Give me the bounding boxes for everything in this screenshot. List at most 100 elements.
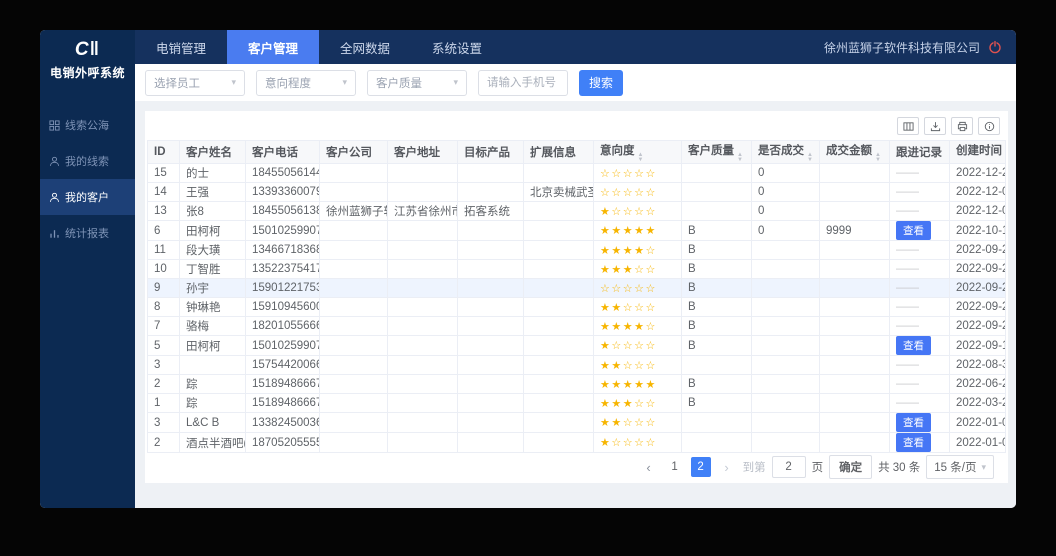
cell-quality: B (681, 240, 752, 260)
goto-page-input[interactable] (771, 456, 806, 478)
table-row[interactable]: 2踪15189486667★★★★★B——2022-06-26 ... (147, 374, 1006, 394)
sidebar-item-1[interactable]: 线索公海 (40, 107, 135, 143)
no-record-dash: —— (896, 205, 919, 217)
cell-address (387, 412, 458, 433)
nav-tab-2[interactable]: 客户管理 (227, 30, 319, 64)
cell-deal (751, 374, 820, 394)
sort-icon[interactable]: ▲▼ (737, 152, 743, 162)
cell-address: 江苏省徐州市... (387, 201, 458, 221)
sort-desc-icon[interactable]: ▼ (1005, 158, 1006, 163)
view-record-button[interactable]: 查看 (896, 433, 931, 452)
cell-name: L&C B (179, 412, 246, 433)
cell-created-time: 2022-01-06 ... (949, 432, 1006, 453)
cell-deal (751, 393, 820, 413)
star-empty-icon: ☆ (622, 417, 635, 429)
caret-down-icon: ▾ (453, 77, 458, 87)
cell-address (387, 182, 458, 202)
sort-icon[interactable]: ▲▼ (875, 152, 881, 162)
table-row[interactable]: 5田柯柯15010259907★☆☆☆☆B查看2022-09-14 ... (147, 335, 1006, 356)
column-header[interactable]: 是否成交 ▲ ▼ (751, 140, 820, 164)
sidebar-item-2[interactable]: 我的线索 (40, 143, 135, 179)
table-row[interactable]: 11段大璜13466718368★★★★☆B——2022-09-22 ... (147, 240, 1006, 260)
caret-down-icon: ▾ (231, 77, 236, 87)
table-row[interactable]: 8钟琳艳15910945600★★☆☆☆B——2022-09-22 ... (147, 297, 1006, 317)
cell-id: 13 (147, 201, 180, 221)
cell-quality: B (681, 316, 752, 336)
app-title: 电销外呼系统 (49, 66, 125, 80)
cell-product (457, 163, 524, 183)
goto-label: 到第 (742, 462, 766, 474)
content-area: 选择员工 ▾ 意向程度 ▾ 客户质量 ▾ 搜索 (135, 64, 1016, 508)
cell-company (319, 432, 388, 453)
star-empty-icon: ☆ (611, 186, 623, 199)
columns-icon[interactable] (897, 117, 919, 135)
sort-desc-icon[interactable]: ▼ (638, 157, 644, 162)
cell-quality (681, 355, 752, 375)
phone-input[interactable] (478, 69, 568, 96)
table-row[interactable]: 7骆梅18201055666★★★★☆B——2022-09-22 ... (147, 316, 1006, 336)
page-button-1[interactable]: 1 (665, 457, 685, 477)
sort-icon[interactable]: ▲▼ (638, 152, 644, 162)
cell-phone: 13466718368 (245, 240, 320, 260)
logout-power-icon[interactable] (988, 40, 1002, 54)
view-record-button[interactable]: 查看 (896, 221, 931, 240)
column-header-label: 目标产品 (464, 147, 510, 159)
cell-product: 拓客系统 (457, 201, 524, 221)
star-empty-icon: ☆ (634, 437, 646, 449)
cell-company: 徐州蓝狮子软... (319, 201, 388, 221)
column-header[interactable]: 客户质量 ▲ ▼ (681, 140, 752, 164)
table-row[interactable]: 9孙宇15901221753☆☆☆☆☆B——2022-09-22 ... (147, 278, 1006, 298)
view-record-button[interactable]: 查看 (896, 336, 931, 355)
cell-phone: 18455056144 (245, 163, 320, 183)
cell-company (319, 412, 388, 433)
table-row[interactable]: 15的士18455056144☆☆☆☆☆0——2022-12-26 ... (147, 163, 1006, 183)
cell-ext (523, 278, 594, 298)
page-button-2[interactable]: 2 (690, 457, 711, 477)
cell-amount (819, 335, 890, 356)
table-row[interactable]: 3L&C B13382450036★★☆☆☆查看2022-01-06 ... (147, 412, 1006, 433)
next-page-icon[interactable]: › (717, 457, 737, 477)
table-row[interactable]: 13张818455056138徐州蓝狮子软...江苏省徐州市...拓客系统★☆☆… (147, 201, 1006, 221)
print-icon[interactable] (951, 117, 973, 135)
goto-confirm-button[interactable]: 确定 (829, 455, 873, 479)
sidebar-item-3[interactable]: 我的客户 (40, 179, 135, 215)
nav-tab-4[interactable]: 系统设置 (411, 30, 503, 64)
sort-icon[interactable]: ▲▼ (1005, 153, 1006, 162)
employee-select[interactable]: 选择员工 ▾ (145, 69, 245, 96)
export-icon[interactable] (924, 117, 946, 135)
sort-asc-icon[interactable]: ▲ (1005, 153, 1006, 158)
cell-product (457, 393, 524, 413)
cell-follow-record: —— (889, 297, 950, 317)
sort-desc-icon[interactable]: ▼ (737, 157, 743, 162)
nav-tab-3[interactable]: 全网数据 (319, 30, 411, 64)
column-header[interactable]: 创建时间▲▼ (949, 140, 1006, 164)
intent-select[interactable]: 意向程度 ▾ (256, 69, 356, 96)
table-row[interactable]: 2酒点半酒吧(绿...18705205555★☆☆☆☆查看2022-01-06 … (147, 432, 1006, 453)
table-row[interactable]: 6田柯柯15010259907★★★★★B09999查看2022-10-12 .… (147, 220, 1006, 241)
cell-quality (681, 163, 752, 183)
table-row[interactable]: 10丁智胜13522375417★★★☆☆B——2022-09-22 ... (147, 259, 1006, 279)
cell-amount (819, 182, 890, 202)
cell-follow-record: —— (889, 182, 950, 202)
cell-deal: 0 (751, 182, 820, 202)
table-row[interactable]: 1踪15189486667★★★☆☆B——2022-03-29 ... (147, 393, 1006, 413)
star-filled-icon: ★ (611, 397, 623, 410)
search-button[interactable]: 搜索 (579, 69, 623, 96)
quality-select[interactable]: 客户质量 ▾ (367, 69, 467, 96)
cell-phone: 15010259907 (245, 220, 320, 241)
sort-icon[interactable]: ▲▼ (807, 152, 813, 162)
topbar-right: 徐州蓝狮子软件科技有限公司 (824, 39, 1016, 56)
per-page-select[interactable]: 15 条/页 ▾ (926, 455, 994, 479)
view-record-button[interactable]: 查看 (896, 413, 931, 432)
sort-desc-icon[interactable]: ▼ (875, 157, 881, 162)
column-header[interactable]: 意向度 ▲ ▼ (593, 140, 682, 164)
table-row[interactable]: 14王强13393360079北京卖械武圣...☆☆☆☆☆0——2022-12-… (147, 182, 1006, 202)
sidebar-item-4[interactable]: 统计报表 (40, 215, 135, 251)
nav-tab-1[interactable]: 电销管理 (135, 30, 227, 64)
sort-desc-icon[interactable]: ▼ (807, 157, 813, 162)
info-icon[interactable] (978, 117, 1000, 135)
table-row[interactable]: 315754420066★★☆☆☆——2022-08-30 ... (147, 355, 1006, 375)
star-filled-icon: ★ (622, 397, 635, 410)
column-header[interactable]: 成交金额 ▲ ▼ (819, 140, 890, 164)
prev-page-icon[interactable]: ‹ (639, 457, 659, 477)
